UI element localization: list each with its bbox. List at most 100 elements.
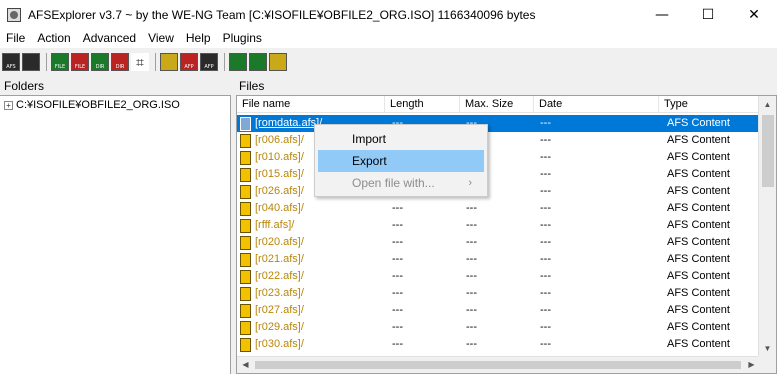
date-cell: --- [540, 338, 551, 350]
table-row[interactable]: [r023.afs]/ --- --- --- AFS Content [237, 285, 758, 302]
scroll-thumb[interactable] [762, 115, 774, 187]
minimize-button[interactable]: — [639, 0, 685, 29]
file-icon [240, 235, 251, 250]
file-icon[interactable]: FILE [71, 53, 89, 71]
date-cell: --- [540, 253, 551, 265]
type-cell: AFS Content [667, 321, 730, 333]
menu-bar: File Action Advanced View Help Plugins [0, 29, 777, 48]
table-row[interactable]: [r029.afs]/ --- --- --- AFS Content [237, 319, 758, 336]
context-export[interactable]: Export [318, 150, 484, 172]
scroll-up-icon[interactable]: ▲ [759, 96, 776, 113]
table-row[interactable]: [r027.afs]/ --- --- --- AFS Content [237, 302, 758, 319]
file-name-cell: [r029.afs]/ [237, 319, 385, 336]
file-name: [r020.afs]/ [255, 236, 304, 248]
waveform-icon[interactable] [249, 53, 267, 71]
column-max-size[interactable]: Max. Size [460, 96, 534, 113]
file-icon [240, 337, 251, 352]
file-icon [240, 167, 251, 182]
file-icon [240, 252, 251, 267]
menu-help[interactable]: Help [180, 29, 217, 48]
binoculars-icon[interactable]: ⌗ [131, 53, 149, 71]
type-cell: AFS Content [667, 304, 730, 316]
file-icon[interactable]: FILE [51, 53, 69, 71]
type-cell: AFS Content [667, 338, 730, 350]
max-size-cell: --- [466, 236, 477, 248]
tree-root-node[interactable]: + C:¥ISOFILE¥OBFILE2_ORG.ISO [4, 99, 180, 111]
vertical-scrollbar[interactable]: ▲ ▼ [758, 96, 776, 357]
file-icon [240, 269, 251, 284]
afs-icon[interactable]: AFS [2, 53, 20, 71]
type-cell: AFS Content [667, 117, 730, 129]
type-cell: AFS Content [667, 270, 730, 282]
scroll-left-icon[interactable]: ◀ [237, 357, 254, 373]
file-name-cell: [r021.afs]/ [237, 251, 385, 268]
window-title: AFSExplorer v3.7 ~ by the WE-NG Team [C:… [28, 7, 536, 22]
menu-view[interactable]: View [142, 29, 180, 48]
dir-icon[interactable]: DIR [91, 53, 109, 71]
date-cell: --- [540, 270, 551, 282]
date-cell: --- [540, 151, 551, 163]
context-open-with-label: Open file with... [352, 176, 435, 190]
window-controls: — ☐ ✕ [639, 0, 777, 29]
dir-icon[interactable]: DIR [111, 53, 129, 71]
pane-splitter[interactable] [231, 76, 235, 374]
type-cell: AFS Content [667, 185, 730, 197]
table-row[interactable]: [r021.afs]/ --- --- --- AFS Content [237, 251, 758, 268]
table-row[interactable]: [rfff.afs]/ --- --- --- AFS Content [237, 217, 758, 234]
max-size-cell: --- [466, 287, 477, 299]
file-name: [r029.afs]/ [255, 321, 304, 333]
files-label: Files [239, 79, 265, 93]
menu-file[interactable]: File [0, 29, 31, 48]
menu-plugins[interactable]: Plugins [217, 29, 268, 48]
length-cell: --- [392, 253, 403, 265]
menu-action[interactable]: Action [31, 29, 76, 48]
context-menu: Import Export Open file with... › [314, 124, 488, 197]
column-file-name[interactable]: File name [237, 96, 385, 113]
diamond-icon[interactable] [229, 53, 247, 71]
submenu-arrow-icon: › [468, 177, 472, 189]
file-icon [240, 133, 251, 148]
file-icon [240, 184, 251, 199]
table-row[interactable]: [r022.afs]/ --- --- --- AFS Content [237, 268, 758, 285]
type-cell: AFS Content [667, 219, 730, 231]
max-size-cell: --- [466, 202, 477, 214]
folders-tree[interactable]: + C:¥ISOFILE¥OBFILE2_ORG.ISO [0, 95, 231, 374]
file-icon [240, 303, 251, 318]
type-cell: AFS Content [667, 151, 730, 163]
file-name: [r021.afs]/ [255, 253, 304, 265]
file-name: [r030.afs]/ [255, 338, 304, 350]
max-size-cell: --- [466, 321, 477, 333]
scroll-down-icon[interactable]: ▼ [759, 340, 776, 357]
menu-advanced[interactable]: Advanced [77, 29, 142, 48]
date-cell: --- [540, 202, 551, 214]
date-cell: --- [540, 321, 551, 333]
type-cell: AFS Content [667, 202, 730, 214]
hscroll-thumb[interactable] [255, 361, 741, 369]
hammer-icon[interactable] [160, 53, 178, 71]
maximize-button[interactable]: ☐ [685, 0, 731, 29]
length-cell: --- [392, 219, 403, 231]
date-cell: --- [540, 117, 551, 129]
table-row[interactable]: [r040.afs]/ --- --- --- AFS Content [237, 200, 758, 217]
table-row[interactable]: [r020.afs]/ --- --- --- AFS Content [237, 234, 758, 251]
max-size-cell: --- [466, 253, 477, 265]
afp-icon[interactable]: AFP [180, 53, 198, 71]
type-cell: AFS Content [667, 168, 730, 180]
close-button[interactable]: ✕ [731, 0, 777, 29]
app-window: AFSExplorer v3.7 ~ by the WE-NG Team [C:… [0, 0, 777, 374]
save-icon[interactable] [22, 53, 40, 71]
max-size-cell: --- [466, 270, 477, 282]
file-icon [240, 286, 251, 301]
file-name-cell: [r030.afs]/ [237, 336, 385, 353]
context-import[interactable]: Import [318, 128, 484, 150]
context-open-with[interactable]: Open file with... › [318, 172, 484, 194]
file-name: [r015.afs]/ [255, 168, 304, 180]
expand-icon[interactable]: + [4, 100, 13, 110]
column-date[interactable]: Date [534, 96, 659, 113]
edit-icon[interactable] [269, 53, 287, 71]
horizontal-scrollbar[interactable]: ◀ ▶ [237, 356, 760, 373]
title-bar[interactable]: AFSExplorer v3.7 ~ by the WE-NG Team [C:… [0, 0, 777, 29]
afp-icon[interactable]: AFP [200, 53, 218, 71]
column-length[interactable]: Length [385, 96, 460, 113]
table-row[interactable]: [r030.afs]/ --- --- --- AFS Content [237, 336, 758, 353]
